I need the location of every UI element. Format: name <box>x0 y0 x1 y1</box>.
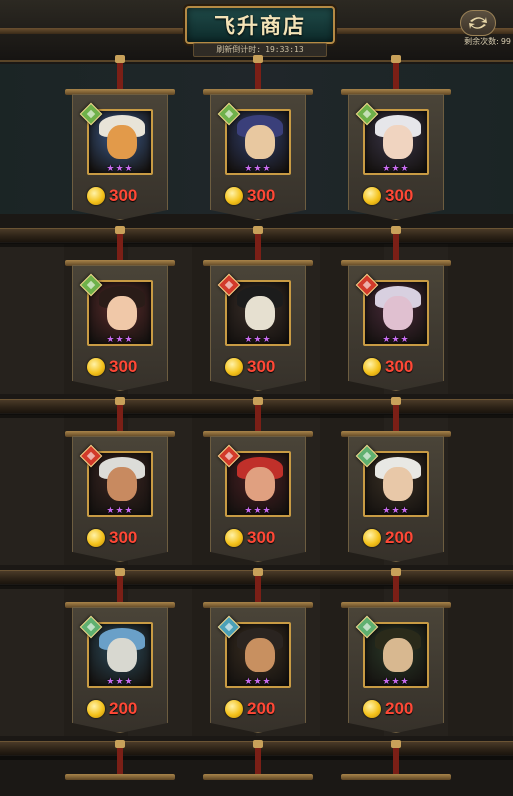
hanging-cord <box>115 226 125 262</box>
countdown-value: 19:33:13 <box>265 45 304 54</box>
star-rating: ★★★ <box>106 677 134 687</box>
shop-item-card[interactable]: ★★★ 200 <box>341 397 451 571</box>
remaining-value: 99 <box>500 37 511 46</box>
gold-coin-icon <box>225 358 243 376</box>
gold-coin-icon <box>87 700 105 718</box>
remaining-refreshes: 剩余次数: 99 <box>462 36 511 47</box>
star-rating: ★★★ <box>244 506 272 516</box>
hanging-cord <box>115 55 125 91</box>
hero-face <box>107 125 137 159</box>
hero-face <box>107 296 137 330</box>
gold-coin-icon <box>225 187 243 205</box>
hero-face <box>245 638 275 672</box>
shop-item-card[interactable]: ★★★ 300 <box>341 55 451 229</box>
price-amount: 300 <box>109 357 138 376</box>
item-price: 300 <box>87 356 157 378</box>
shop-item-card[interactable]: ★★★ 300 <box>65 55 175 229</box>
item-price: 300 <box>87 185 157 207</box>
price-amount: 300 <box>109 186 138 205</box>
gold-coin-icon <box>363 700 381 718</box>
countdown-label: 刷新倒计时: <box>216 45 262 54</box>
gold-coin-icon <box>87 187 105 205</box>
gold-coin-icon <box>87 529 105 547</box>
gold-coin-icon <box>363 187 381 205</box>
star-rating: ★★★ <box>244 335 272 345</box>
price-amount: 200 <box>247 699 276 718</box>
star-rating: ★★★ <box>106 335 134 345</box>
next-row-banner <box>341 740 451 796</box>
item-price: 300 <box>225 185 295 207</box>
hero-face <box>245 125 275 159</box>
shop-item-card[interactable]: ★★★ 300 <box>65 397 175 571</box>
hanging-cord <box>253 397 263 433</box>
price-amount: 300 <box>247 186 276 205</box>
shop-item-card[interactable]: ★★★ 300 <box>203 226 313 400</box>
hanging-cord <box>115 568 125 604</box>
hero-face <box>383 125 413 159</box>
hanging-cord <box>391 55 401 91</box>
shop-item-card[interactable]: ★★★ 300 <box>203 55 313 229</box>
star-rating: ★★★ <box>382 164 410 174</box>
hero-face <box>383 467 413 501</box>
gold-coin-icon <box>363 358 381 376</box>
item-price: 300 <box>225 527 295 549</box>
remaining-label: 剩余次数: <box>464 37 499 46</box>
price-amount: 300 <box>385 357 414 376</box>
hanging-cord <box>253 55 263 91</box>
hanging-cord <box>253 226 263 262</box>
next-row-banner <box>203 740 313 796</box>
item-price: 200 <box>87 698 157 720</box>
hanging-cord <box>253 568 263 604</box>
price-amount: 300 <box>109 528 138 547</box>
shop-item-card[interactable]: ★★★ 300 <box>203 397 313 571</box>
star-rating: ★★★ <box>382 677 410 687</box>
shop-item-card[interactable]: ★★★ 300 <box>341 226 451 400</box>
hero-face <box>107 467 137 501</box>
item-price: 300 <box>87 527 157 549</box>
star-rating: ★★★ <box>382 506 410 516</box>
item-price: 200 <box>225 698 295 720</box>
price-amount: 300 <box>247 357 276 376</box>
price-amount: 300 <box>385 186 414 205</box>
item-price: 200 <box>363 527 433 549</box>
hero-face <box>245 296 275 330</box>
item-price: 200 <box>363 698 433 720</box>
gold-coin-icon <box>87 358 105 376</box>
price-amount: 200 <box>385 528 414 547</box>
item-price: 300 <box>225 356 295 378</box>
next-row-banner <box>65 740 175 796</box>
hanging-cord <box>391 226 401 262</box>
hero-face <box>107 638 137 672</box>
shop-item-card[interactable]: ★★★ 300 <box>65 226 175 400</box>
gold-coin-icon <box>225 700 243 718</box>
shop-item-card[interactable]: ★★★ 200 <box>203 568 313 742</box>
hanging-cord <box>391 568 401 604</box>
shop-title: 飞升商店 <box>185 6 335 44</box>
item-price: 300 <box>363 356 433 378</box>
star-rating: ★★★ <box>244 164 272 174</box>
price-amount: 200 <box>109 699 138 718</box>
shop-item-card[interactable]: ★★★ 200 <box>341 568 451 742</box>
refresh-arrows-icon <box>469 17 487 29</box>
hero-face <box>245 467 275 501</box>
price-amount: 300 <box>247 528 276 547</box>
star-rating: ★★★ <box>382 335 410 345</box>
shop-item-card[interactable]: ★★★ 200 <box>65 568 175 742</box>
hanging-cord <box>391 397 401 433</box>
hero-face <box>383 296 413 330</box>
star-rating: ★★★ <box>106 506 134 516</box>
gold-coin-icon <box>225 529 243 547</box>
star-rating: ★★★ <box>244 677 272 687</box>
shop-header: 飞升商店 刷新倒计时: 19:33:13 剩余次数: 99 <box>0 0 513 62</box>
refresh-button[interactable] <box>460 10 496 36</box>
hanging-cord <box>115 397 125 433</box>
item-price: 300 <box>363 185 433 207</box>
price-amount: 200 <box>385 699 414 718</box>
star-rating: ★★★ <box>106 164 134 174</box>
hero-face <box>383 638 413 672</box>
gold-coin-icon <box>363 529 381 547</box>
